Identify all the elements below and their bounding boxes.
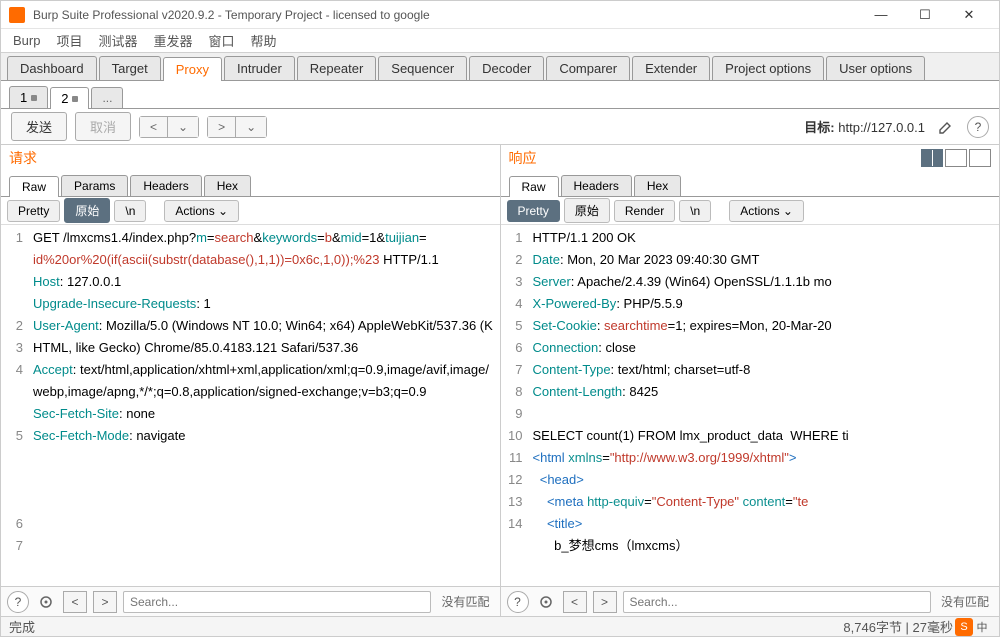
response-help-icon[interactable]: ? <box>507 591 529 613</box>
status-bar: 完成 8,746字节 | 27毫秒 S 中 <box>1 616 999 636</box>
request-actions-button[interactable]: Actions ⌄ <box>164 200 239 222</box>
request-pane: 请求 Raw Params Headers Hex Pretty 原始 \n A… <box>1 145 501 616</box>
request-raw-button[interactable]: 原始 <box>64 198 110 223</box>
menu-window[interactable]: 窗口 <box>203 29 241 52</box>
history-next-button[interactable]: > <box>208 117 236 137</box>
sub-tab-2[interactable]: 2 <box>50 87 89 109</box>
response-settings-icon[interactable] <box>535 591 557 613</box>
request-search-input[interactable] <box>123 591 431 613</box>
request-pretty-button[interactable]: Pretty <box>7 200 60 222</box>
response-no-match: 没有匹配 <box>937 593 993 610</box>
close-button[interactable]: ✕ <box>947 1 991 29</box>
response-find-next[interactable]: > <box>593 591 617 613</box>
response-tab-headers[interactable]: Headers <box>561 175 632 196</box>
repeater-toolbar: 发送 取消 < ⌄ > ⌄ 目标: http://127.0.0.1 ? <box>1 109 999 145</box>
request-newline-button[interactable]: \n <box>114 200 146 222</box>
menu-help[interactable]: 帮助 <box>245 29 283 52</box>
maximize-button[interactable]: ☐ <box>903 1 947 29</box>
response-gutter: 1 2 3 4 5 6 7 8 9 10 11 12 13 14 <box>501 225 529 586</box>
app-icon <box>9 7 25 23</box>
tab-extender[interactable]: Extender <box>632 56 710 80</box>
layout-single-icon[interactable] <box>969 149 991 167</box>
request-help-icon[interactable]: ? <box>7 591 29 613</box>
layout-horizontal-icon[interactable] <box>945 149 967 167</box>
main-tab-bar: Dashboard Target Proxy Intruder Repeater… <box>1 53 999 81</box>
tab-comparer[interactable]: Comparer <box>546 56 630 80</box>
menu-burp[interactable]: Burp <box>7 31 46 50</box>
menu-bar: Burp 项目 测试器 重发器 窗口 帮助 <box>1 29 999 53</box>
tab-proxy[interactable]: Proxy <box>163 57 222 81</box>
cancel-button[interactable]: 取消 <box>75 112 131 141</box>
window-title: Burp Suite Professional v2020.9.2 - Temp… <box>33 8 859 22</box>
request-title: 请求 <box>9 148 492 168</box>
response-editor[interactable]: 1 2 3 4 5 6 7 8 9 10 11 12 13 14 HTTP/1.… <box>501 225 1000 586</box>
history-next-dropdown[interactable]: ⌄ <box>236 117 266 137</box>
request-gutter: 1 2 3 4 5 6 7 <box>1 225 29 586</box>
ime-lang-icon: 中 <box>973 618 991 636</box>
response-render-button[interactable]: Render <box>614 200 675 222</box>
menu-project[interactable]: 项目 <box>50 29 88 52</box>
sub-tab-1[interactable]: 1 <box>9 86 48 108</box>
tab-sequencer[interactable]: Sequencer <box>378 56 467 80</box>
response-code[interactable]: HTTP/1.1 200 OK Date: Mon, 20 Mar 2023 0… <box>529 225 1000 586</box>
tab-decoder[interactable]: Decoder <box>469 56 544 80</box>
help-icon[interactable]: ? <box>967 116 989 138</box>
status-bytes: 8,746字节 | 27毫秒 <box>843 617 953 636</box>
target-label: 目标: http://127.0.0.1 <box>804 117 925 136</box>
response-title: 响应 <box>509 148 922 168</box>
layout-split-icon[interactable] <box>921 149 943 167</box>
response-find-prev[interactable]: < <box>563 591 587 613</box>
response-tab-hex[interactable]: Hex <box>634 175 681 196</box>
request-code[interactable]: GET /lmxcms1.4/index.php?m=search&keywor… <box>29 225 500 586</box>
menu-tester[interactable]: 测试器 <box>92 29 143 52</box>
response-pretty-button[interactable]: Pretty <box>507 200 560 222</box>
tab-repeater[interactable]: Repeater <box>297 56 376 80</box>
tab-target[interactable]: Target <box>99 56 161 80</box>
response-search-input[interactable] <box>623 591 931 613</box>
response-raw-button[interactable]: 原始 <box>564 198 610 223</box>
history-prev-button[interactable]: < <box>140 117 168 137</box>
history-prev-dropdown[interactable]: ⌄ <box>168 117 198 137</box>
sub-tab-add[interactable]: ... <box>91 87 123 108</box>
request-tab-params[interactable]: Params <box>61 175 128 196</box>
edit-target-icon[interactable] <box>933 115 959 139</box>
request-editor[interactable]: 1 2 3 4 5 6 7 GET /lmxcms1.4/index.php?m… <box>1 225 500 586</box>
request-tab-headers[interactable]: Headers <box>130 175 201 196</box>
status-done: 完成 <box>9 617 35 636</box>
response-newline-button[interactable]: \n <box>679 200 711 222</box>
menu-repeater[interactable]: 重发器 <box>148 29 199 52</box>
tab-project-options[interactable]: Project options <box>712 56 824 80</box>
minimize-button[interactable]: — <box>859 1 903 29</box>
tab-dashboard[interactable]: Dashboard <box>7 56 97 80</box>
send-button[interactable]: 发送 <box>11 112 67 141</box>
request-find-prev[interactable]: < <box>63 591 87 613</box>
request-tab-raw[interactable]: Raw <box>9 176 59 197</box>
sub-tab-bar: 1 2 ... <box>1 81 999 109</box>
response-tab-raw[interactable]: Raw <box>509 176 559 197</box>
tab-intruder[interactable]: Intruder <box>224 56 295 80</box>
response-actions-button[interactable]: Actions ⌄ <box>729 200 804 222</box>
request-no-match: 没有匹配 <box>437 593 493 610</box>
request-find-next[interactable]: > <box>93 591 117 613</box>
tab-user-options[interactable]: User options <box>826 56 925 80</box>
ime-icon: S <box>955 618 973 636</box>
request-settings-icon[interactable] <box>35 591 57 613</box>
response-pane: 响应 Raw Headers Hex Pretty 原始 Render \n A… <box>501 145 1000 616</box>
request-tab-hex[interactable]: Hex <box>204 175 251 196</box>
